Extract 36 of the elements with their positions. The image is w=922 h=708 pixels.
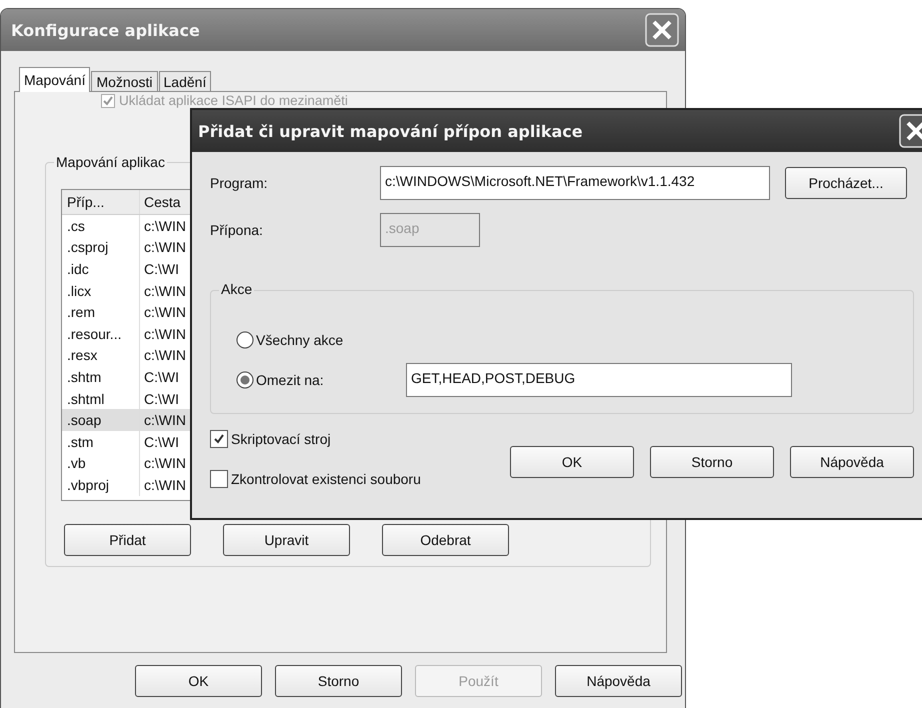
table-cell: .stm — [62, 430, 140, 453]
field-label: Přípona: — [210, 222, 264, 238]
table-cell: .soap — [62, 409, 140, 431]
table-cell: .resour... — [62, 322, 140, 345]
group-title: Akce — [219, 281, 254, 297]
checkbox-label: Zkontrolovat existenci souboru — [231, 471, 421, 487]
table-cell-text: c:\WIN — [143, 476, 186, 493]
table-cell: .vb — [62, 452, 140, 474]
table-cell: .licx — [62, 280, 140, 302]
table-cell-text: C:\WI — [143, 390, 179, 407]
table-cell-text: c:\WIN — [143, 412, 186, 428]
table-cell: .shtm — [62, 366, 140, 388]
table-cell-text: c:\WIN — [143, 347, 186, 364]
field-label: Program: — [210, 175, 269, 191]
window-title: Konfigurace aplikace — [11, 20, 200, 40]
table-cell: .rem — [62, 301, 140, 323]
table-cell-text: c:\WIN — [143, 239, 186, 256]
table-cell-text: c:\WIN — [143, 326, 186, 342]
table-cell-text: c:\WIN — [143, 282, 186, 299]
radio-label: Omezit na: — [256, 372, 324, 388]
table-cell-text: C:\WI — [143, 260, 179, 277]
checkbox-label: Skriptovací stroj — [231, 431, 331, 447]
table-cell-text: c:\WIN — [143, 218, 186, 234]
table-cell: .vbproj — [62, 474, 140, 496]
table-cell-text: C:\WI — [143, 434, 179, 450]
dialog-title: Přidat či upravit mapování přípon aplikace — [198, 122, 583, 140]
group-title: Mapování aplikac — [54, 154, 167, 170]
table-cell: .cs — [62, 215, 140, 237]
radio-label: Všechny akce — [256, 332, 344, 348]
table-cell: .idc — [62, 258, 140, 280]
table-cell-text: c:\WIN — [143, 304, 186, 320]
table-cell-text: c:\WIN — [143, 455, 186, 472]
table-cell: .resx — [62, 344, 140, 366]
table-cell: .csproj — [62, 236, 140, 258]
table-cell-text: C:\WI — [143, 368, 179, 385]
checkbox-label: Ukládat aplikace ISAPI do mezinaměti — [119, 93, 348, 109]
